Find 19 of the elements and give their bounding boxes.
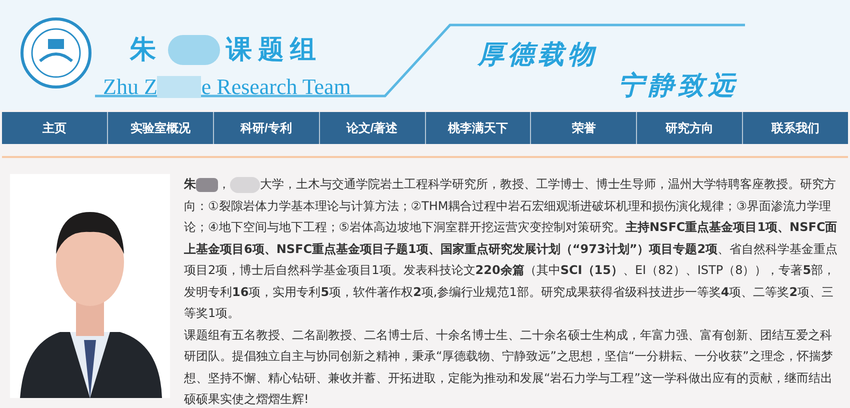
team-subtitle: e Research Team (201, 73, 351, 101)
nav-link[interactable]: 科研/专利 (212, 112, 319, 144)
team-title: 课题组 (226, 33, 322, 66)
nav-link[interactable]: 实验室概况 (106, 112, 213, 144)
university-logo-icon (20, 17, 92, 89)
blur-patch (168, 34, 220, 64)
nav-link[interactable]: 桃李满天下 (424, 112, 530, 144)
motto: 宁静致远 (618, 69, 738, 102)
nav-link[interactable]: 主页 (2, 112, 107, 144)
team-subtitle: Zhu Z (103, 73, 158, 101)
bio-text: 朱 ， 大学，土木与交通学院岩土工程科学研究所，教授、工学博士、博士生导师，温州大学特聘客座教授。研究方向：①裂隙岩体力学基本理论与计算方法；②THM耦合过程中岩石宏细观渐进破坏机理和损伤演化规律；③界面渗流力学理论；④地下空间与地下工程；⑤岩体高边坡地下洞室群开挖运营灾变控制对策研究。主持NSFC重点基金项目1项、NSFC面上基金项目6项、NSFC重点基金项目子题1项、国家重点研究发展计划（“973计划”）项目专题2项、省自然科学基金重点项目2项，博士后自然科学基金项目1项。发表科技论文220余篇（其中SCI（15）、EI（82）、ISTP（8）），专著5部，发明专利16项，实用专利5项，软件著作权2项,参编行业规范1部。研究成果获得省级科技进步一等奖4项、二等奖2项、三等奖1项。 (184, 176, 839, 322)
nav-link[interactable]: 荣誉 (530, 112, 636, 144)
blur-patch (157, 76, 202, 98)
nav-link[interactable]: 研究方向 (636, 112, 742, 144)
nav-link[interactable]: 联系我们 (742, 112, 848, 144)
team-text: 课题组有五名教授、二名副教授、二名博士后、十余名博士生、二十余名硕士生构成，年富力强、富有创新、团结互爱之科研团队。提倡独立自主与协同创新之精神，秉承“厚德载物、宁静致远”之思想，坚信“一分耕耘、一分收获”之理念，怀揣梦想、坚持不懈、精心钻研、兼收并蓄、开拓进取，定能为推动和发展“岩石力学与工程”这一学科做出应有的贡献，继而结出硕硕果实使之熠熠生辉! (184, 326, 834, 408)
motto: 厚德载物 (478, 38, 598, 71)
nav-link[interactable]: 论文/著述 (318, 112, 424, 144)
team-title: 朱 (130, 33, 162, 66)
